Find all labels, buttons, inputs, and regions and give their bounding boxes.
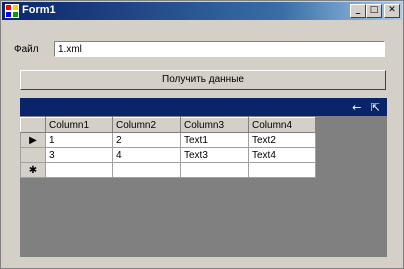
table-cell[interactable]: [180, 162, 249, 178]
grid-header-row: Column1 Column2 Column3 Column4: [20, 117, 316, 133]
column-header[interactable]: Column1: [45, 117, 113, 133]
minimize-button[interactable]: _: [350, 4, 366, 18]
close-button[interactable]: ✕: [384, 4, 400, 18]
table-cell[interactable]: Text1: [180, 132, 249, 148]
grid-caption-bar: ← ⇱: [20, 98, 387, 116]
table-row[interactable]: 3 4 Text3 Text4: [20, 147, 316, 163]
row-header[interactable]: [20, 147, 46, 163]
table-cell[interactable]: [112, 162, 181, 178]
table-cell[interactable]: Text3: [180, 147, 249, 163]
corner-header: [20, 117, 46, 133]
form1-window: Form1 _ □ ✕ Файл 1.xml Получить данные ←…: [0, 0, 404, 269]
new-row[interactable]: ✱: [20, 162, 316, 178]
table-cell[interactable]: [45, 162, 113, 178]
app-icon: [5, 4, 19, 18]
data-grid[interactable]: ← ⇱ Column1 Column2 Column3 Column4 ▶ 1 …: [20, 98, 387, 257]
window-title: Form1: [22, 4, 56, 16]
table-cell[interactable]: 2: [112, 132, 181, 148]
maximize-button[interactable]: □: [366, 4, 382, 18]
title-bar[interactable]: Form1 _ □ ✕: [2, 2, 402, 20]
new-row-icon[interactable]: ✱: [20, 162, 46, 178]
column-header[interactable]: Column2: [112, 117, 181, 133]
column-header[interactable]: Column3: [180, 117, 249, 133]
table-cell[interactable]: Text2: [248, 132, 316, 148]
column-header[interactable]: Column4: [248, 117, 316, 133]
grid-table: Column1 Column2 Column3 Column4 ▶ 1 2 Te…: [20, 117, 316, 178]
table-cell[interactable]: 3: [45, 147, 113, 163]
table-cell[interactable]: 1: [45, 132, 113, 148]
get-data-button[interactable]: Получить данные: [20, 70, 386, 90]
table-cell[interactable]: Text4: [248, 147, 316, 163]
table-cell[interactable]: [248, 162, 316, 178]
file-input[interactable]: 1.xml: [54, 41, 385, 57]
table-row[interactable]: ▶ 1 2 Text1 Text2: [20, 132, 316, 148]
file-label: Файл: [14, 44, 39, 55]
table-cell[interactable]: 4: [112, 147, 181, 163]
grid-navigation-icons[interactable]: ← ⇱: [352, 101, 383, 114]
current-row-indicator[interactable]: ▶: [20, 132, 46, 148]
